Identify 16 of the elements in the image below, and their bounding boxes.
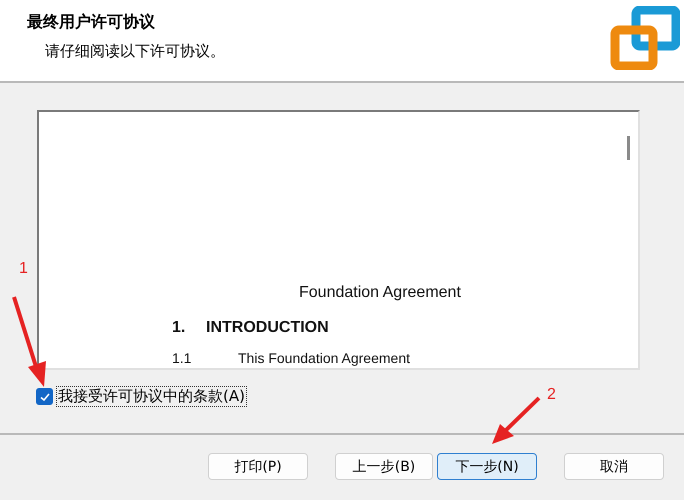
clause-text: This Foundation Agreement [238, 350, 410, 366]
annotation-number: 2 [547, 386, 556, 404]
logo-icon [610, 6, 680, 70]
wizard-button[interactable]: 下一步(N) [437, 453, 537, 480]
wizard-button[interactable]: 上一步(B) [335, 453, 433, 480]
section-heading: INTRODUCTION [206, 319, 329, 337]
wizard-button[interactable]: 取消 [564, 453, 664, 480]
document-title: Foundation Agreement [298, 284, 462, 302]
scrollbar-thumb[interactable] [627, 136, 630, 160]
clause-number: 1.1 [172, 350, 192, 366]
wizard-title: 最终用户许可协议 [27, 12, 156, 33]
checkbox-icon[interactable] [36, 388, 53, 405]
heading-number: 1. [172, 319, 186, 337]
annotation-number: 1 [19, 260, 28, 278]
wizard-subtitle: 请仔细阅读以下许可协议。 [45, 42, 225, 61]
wizard-button[interactable]: 打印(P) [208, 453, 308, 480]
